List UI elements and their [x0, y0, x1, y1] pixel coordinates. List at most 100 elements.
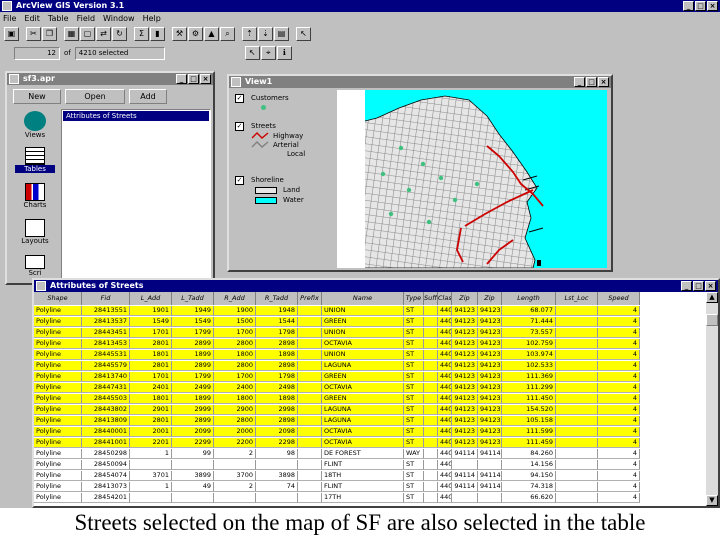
cut-icon[interactable]: ✂	[26, 27, 41, 41]
switch-selection-icon[interactable]: ⇄	[96, 27, 111, 41]
new-button[interactable]: New	[13, 89, 61, 104]
statistics-icon[interactable]: Σ	[134, 27, 149, 41]
table-row[interactable]: Polyline 28443802 2901 2999 2900 2998 LAGUNA ST…	[34, 405, 640, 415]
scripts-item[interactable]: Scri	[15, 255, 55, 279]
table-row[interactable]: Polyline 28441001 2201 2299 2200 2298 OCTAVIA S…	[34, 438, 640, 448]
column-header[interactable]: L_Add	[130, 292, 172, 305]
add-button[interactable]: Add	[129, 89, 167, 104]
column-header[interactable]: Zip	[478, 292, 502, 305]
table-row[interactable]: Polyline 28445531 1801 1899 1800 1898 UNION ST 4…	[34, 350, 640, 360]
table-close-button[interactable]: ×	[705, 281, 716, 291]
find-icon[interactable]: ⌕	[220, 27, 235, 41]
table-row[interactable]: Polyline 28445503 1801 1899 1800 1898 GREEN ST 4…	[34, 394, 640, 404]
chart-icon[interactable]: ▮	[150, 27, 165, 41]
shoreline-visible-checkbox[interactable]: ✓	[235, 176, 244, 185]
charts-item[interactable]: Charts	[15, 183, 55, 217]
view-close-button[interactable]: ×	[598, 77, 609, 87]
column-header[interactable]: Clas	[438, 292, 452, 305]
table-row[interactable]: Polyline 28413537 1549 1549 1500 1544 GREEN ST 4…	[34, 317, 640, 327]
scroll-down-icon[interactable]: ▼	[706, 495, 718, 506]
table-row[interactable]: Polyline 28447431 2401 2499 2400 2498 OCTAVIA S…	[34, 383, 640, 393]
query-builder-icon[interactable]: ⚙	[188, 27, 203, 41]
table-cell: 4	[598, 482, 640, 492]
save-project-icon[interactable]: ▣	[4, 27, 19, 41]
project-minimize-button[interactable]: _	[176, 74, 187, 84]
column-header[interactable]: Speed	[598, 292, 640, 305]
menu-help[interactable]: Help	[143, 12, 161, 25]
column-header[interactable]: Lst_Loc	[556, 292, 598, 305]
maximize-button[interactable]: □	[695, 1, 706, 11]
column-header[interactable]: Suffix	[424, 292, 438, 305]
column-header[interactable]: Fid	[82, 292, 130, 305]
promote-icon[interactable]: ▲	[204, 27, 219, 41]
help-arrow-icon[interactable]: ↖	[296, 27, 311, 41]
column-header[interactable]: R_Tadd	[256, 292, 298, 305]
table-minimize-button[interactable]: _	[681, 281, 692, 291]
join-icon[interactable]: ⚒	[172, 27, 187, 41]
views-item[interactable]: Views	[15, 111, 55, 145]
table-row[interactable]: Polyline 28413740 1701 1799 1700 1798 GREEN ST 4…	[34, 372, 640, 382]
view-minimize-button[interactable]: _	[574, 77, 585, 87]
map-display[interactable]	[337, 90, 607, 268]
layouts-item[interactable]: Layouts	[15, 219, 55, 253]
table-maximize-button[interactable]: □	[693, 281, 704, 291]
shoreline-theme[interactable]: ✓ Shoreline Land Water	[235, 176, 331, 212]
column-header[interactable]: Shape	[34, 292, 82, 305]
open-button[interactable]: Open	[65, 89, 125, 104]
list-item[interactable]: Attributes of Streets	[63, 111, 209, 121]
menu-file[interactable]: File	[3, 12, 16, 25]
pointer-tool-icon[interactable]: ↖	[244, 46, 260, 60]
project-title-bar[interactable]: sf3.apr _ □ ×	[7, 73, 213, 85]
table-grid[interactable]: Shape Fid L_Add L_Tadd R_Add R_Tadd Prefix Name…	[34, 292, 706, 506]
streets-theme[interactable]: ✓ Streets Highway Arterial Local	[235, 122, 331, 162]
identify-tool-icon[interactable]: ℹ	[276, 46, 292, 60]
column-header[interactable]: Zip	[452, 292, 478, 305]
project-close-button[interactable]: ×	[200, 74, 211, 84]
column-header[interactable]: Prefix	[298, 292, 322, 305]
menu-field[interactable]: Field	[77, 12, 95, 25]
table-row[interactable]: Polyline 28440001 2001 2099 2000 2098 OCTAVIA S…	[34, 427, 640, 437]
table-row[interactable]: Polyline 28450298 1 99 2 98 DE FOREST WAY 440 941…	[34, 449, 640, 459]
copy-icon[interactable]: ❐	[42, 27, 57, 41]
table-row[interactable]: Polyline 28413073 1 49 2 74 FLINT ST 440 94114 941…	[34, 482, 640, 492]
column-header[interactable]: Name	[322, 292, 404, 305]
edit-tool-icon[interactable]: ⌖	[260, 46, 276, 60]
table-row[interactable]: Polyline 28413453 2801 2899 2800 2898 OCTAVIA S…	[34, 339, 640, 349]
close-button[interactable]: ×	[707, 1, 718, 11]
column-header[interactable]: L_Tadd	[172, 292, 214, 305]
sort-ascending-icon[interactable]: ⇡	[242, 27, 257, 41]
summarize-icon[interactable]: ▤	[274, 27, 289, 41]
table-row[interactable]: Polyline 28454201 17TH ST 440 66.620 4	[34, 493, 640, 503]
column-header[interactable]: Length	[502, 292, 556, 305]
menu-table[interactable]: Table	[48, 12, 69, 25]
tables-item[interactable]: Tables	[15, 147, 55, 181]
table-cell: Polyline	[34, 438, 82, 448]
minimize-button[interactable]: _	[683, 1, 694, 11]
column-header[interactable]: R_Add	[214, 292, 256, 305]
select-none-icon[interactable]: ▢	[80, 27, 95, 41]
table-title-bar[interactable]: Attributes of Streets _ □ ×	[34, 280, 718, 292]
table-row[interactable]: Polyline 28445579 2801 2899 2800 2898 LAGUNA ST…	[34, 361, 640, 371]
sort-descending-icon[interactable]: ⇣	[258, 27, 273, 41]
view-title-bar[interactable]: View1 _ □ ×	[229, 76, 611, 88]
column-header[interactable]: Type	[404, 292, 424, 305]
table-body: Polyline 28413551 1901 1949 1900 1948 UNION ST 4…	[34, 306, 706, 506]
table-row[interactable]: Polyline 28413809 2801 2899 2800 2898 LAGUNA ST…	[34, 416, 640, 426]
table-row[interactable]: Polyline 28413551 1901 1949 1900 1948 UNION ST 4…	[34, 306, 640, 316]
table-row[interactable]: Polyline 28454074 3701 3899 3700 3898 18TH ST 44…	[34, 471, 640, 481]
vertical-scrollbar[interactable]: ▲ ▼	[706, 292, 718, 506]
view-maximize-button[interactable]: □	[586, 77, 597, 87]
scroll-up-icon[interactable]: ▲	[706, 292, 718, 303]
select-all-icon[interactable]: ▦	[64, 27, 79, 41]
menu-window[interactable]: Window	[103, 12, 135, 25]
scroll-thumb[interactable]	[706, 314, 718, 326]
project-maximize-button[interactable]: □	[188, 74, 199, 84]
refresh-icon[interactable]: ↻	[112, 27, 127, 41]
customers-theme[interactable]: ✓ Customers	[235, 94, 331, 114]
table-row[interactable]: Polyline 28450094 FLINT ST 440 14.156 4	[34, 460, 640, 470]
project-doc-list[interactable]: Attributes of Streets	[61, 109, 211, 281]
menu-edit[interactable]: Edit	[24, 12, 40, 25]
table-row[interactable]: Polyline 28443451 1701 1799 1700 1798 UNION ST 4…	[34, 328, 640, 338]
customers-visible-checkbox[interactable]: ✓	[235, 94, 244, 103]
streets-visible-checkbox[interactable]: ✓	[235, 122, 244, 131]
